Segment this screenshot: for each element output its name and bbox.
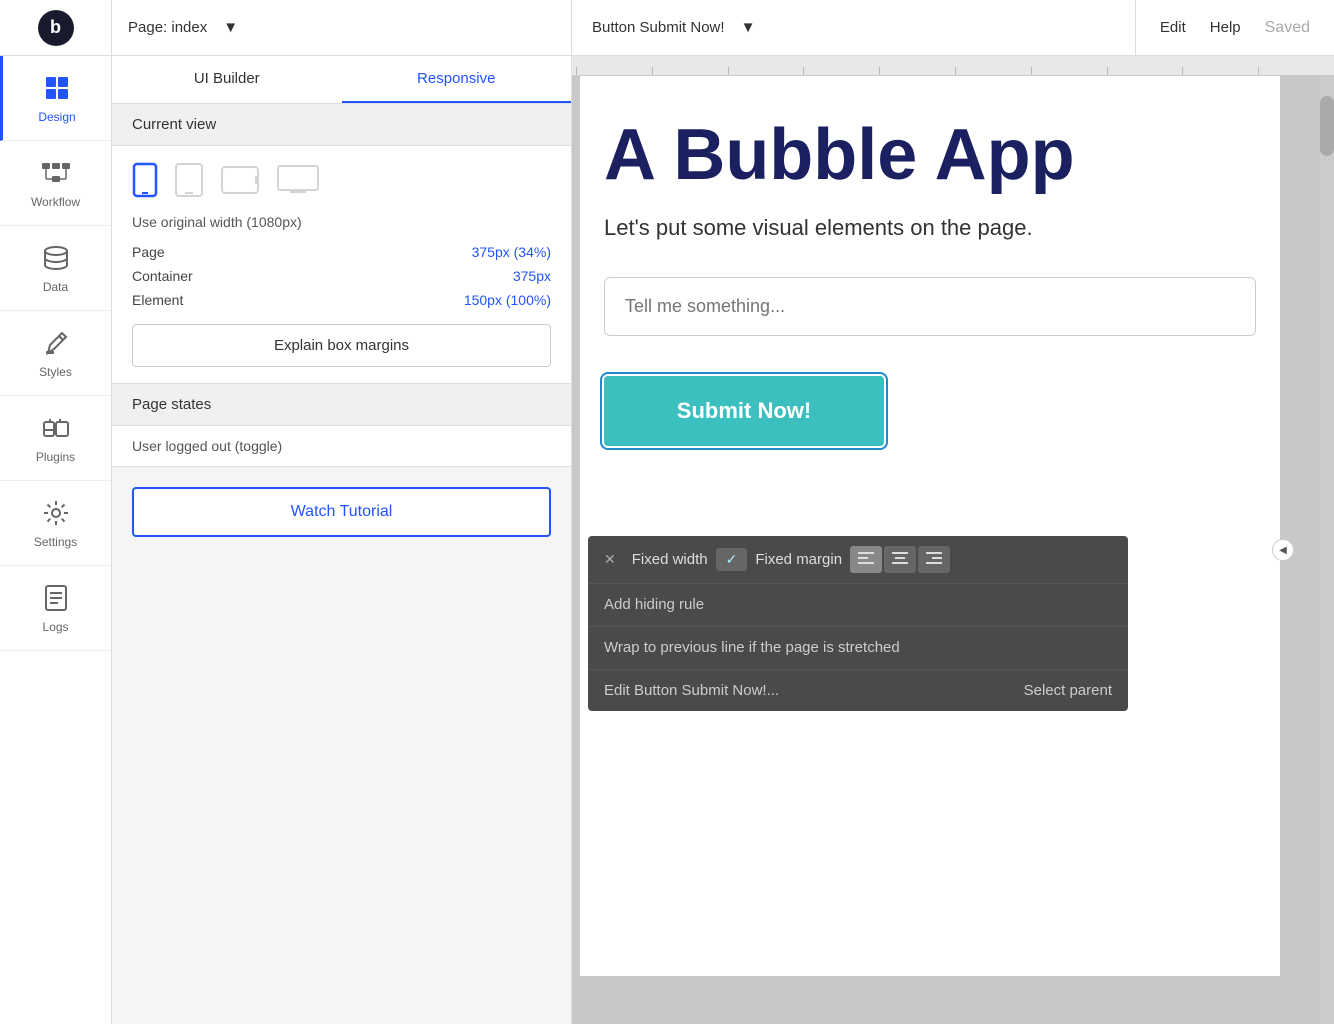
edit-button-label[interactable]: Edit Button Submit Now!... bbox=[604, 682, 779, 699]
page-states-section: Page states bbox=[112, 384, 571, 426]
tab-responsive[interactable]: Responsive bbox=[342, 56, 572, 103]
watch-tutorial-button[interactable]: Watch Tutorial bbox=[132, 487, 551, 537]
sidebar-label-data: Data bbox=[43, 280, 68, 294]
chevron-down-icon: ▼ bbox=[223, 19, 238, 36]
context-menu-header: ✕ Fixed width ✓ Fixed margin bbox=[588, 536, 1128, 584]
page-title: A Bubble App bbox=[604, 116, 1256, 195]
sidebar-label-settings: Settings bbox=[34, 535, 77, 549]
tell-me-input[interactable] bbox=[604, 277, 1256, 336]
width-original-label: Use original width (1080px) bbox=[132, 214, 551, 230]
align-left-button[interactable] bbox=[850, 546, 882, 573]
dimension-page: Page 375px (34%) bbox=[132, 244, 551, 260]
top-bar-actions: Edit Help Saved bbox=[1136, 19, 1334, 37]
page-canvas: A Bubble App Let's put some visual eleme… bbox=[580, 76, 1280, 976]
fixed-width-label: Fixed width bbox=[632, 551, 708, 568]
icon-sidebar: Design Workflow Data bbox=[0, 56, 112, 1024]
submit-button[interactable]: Submit Now! bbox=[604, 376, 884, 446]
page-states-title: Page states bbox=[112, 384, 571, 425]
align-group bbox=[850, 546, 950, 573]
sidebar-item-design[interactable]: Design bbox=[0, 56, 111, 141]
close-icon[interactable]: ✕ bbox=[604, 551, 616, 568]
collapse-panel-button[interactable]: ◀ bbox=[1272, 539, 1294, 561]
sidebar-label-workflow: Workflow bbox=[31, 195, 80, 209]
mobile-device-icon[interactable] bbox=[132, 162, 158, 198]
page-selector[interactable]: Page: index ▼ bbox=[112, 0, 572, 55]
data-icon bbox=[40, 242, 72, 274]
fixed-margin-label: Fixed margin bbox=[755, 551, 842, 568]
sidebar-item-styles[interactable]: Styles bbox=[0, 311, 111, 396]
check-icon: ✓ bbox=[726, 551, 738, 568]
saved-status: Saved bbox=[1265, 19, 1310, 37]
dimension-element: Element 150px (100%) bbox=[132, 292, 551, 308]
styles-icon bbox=[40, 327, 72, 359]
design-icon bbox=[41, 72, 73, 104]
sidebar-item-logs[interactable]: Logs bbox=[0, 566, 111, 651]
sidebar-label-logs: Logs bbox=[42, 620, 68, 634]
submit-btn-wrapper: Submit Now! bbox=[604, 376, 884, 446]
logs-icon bbox=[40, 582, 72, 614]
panel-tabs: UI Builder Responsive bbox=[112, 56, 571, 104]
dimension-container: Container 375px bbox=[132, 268, 551, 284]
scrollbar-thumb[interactable] bbox=[1320, 96, 1334, 156]
chevron-down-icon: ▼ bbox=[741, 19, 756, 36]
current-view-title: Current view bbox=[112, 104, 571, 146]
workflow-icon bbox=[40, 157, 72, 189]
responsive-body: Use original width (1080px) Page 375px (… bbox=[112, 146, 571, 384]
canvas-ruler bbox=[572, 56, 1334, 76]
align-right-button[interactable] bbox=[918, 546, 950, 573]
canvas-area: ◀ A Bubble App Let's put some visual ele… bbox=[572, 56, 1334, 1024]
element-label: Button Submit Now! bbox=[592, 19, 725, 36]
sidebar-label-plugins: Plugins bbox=[36, 450, 75, 464]
tablet-landscape-icon[interactable] bbox=[220, 165, 260, 195]
fixed-width-check[interactable]: ✓ bbox=[716, 548, 748, 571]
desktop-icon[interactable] bbox=[276, 164, 320, 196]
plugins-icon bbox=[40, 412, 72, 444]
sidebar-label-styles: Styles bbox=[39, 365, 72, 379]
page-label: Page: index bbox=[128, 19, 207, 36]
context-fixed-width-item: Fixed width ✓ Fixed margin bbox=[632, 546, 950, 573]
dim-container-value: 375px bbox=[513, 268, 551, 284]
canvas-content: ◀ A Bubble App Let's put some visual ele… bbox=[572, 76, 1334, 1024]
dim-element-label: Element bbox=[132, 292, 183, 308]
tab-ui-builder[interactable]: UI Builder bbox=[112, 56, 342, 103]
align-center-button[interactable] bbox=[884, 546, 916, 573]
add-hiding-rule-row[interactable]: Add hiding rule bbox=[588, 584, 1128, 627]
context-bottom-row: Edit Button Submit Now!... Select parent bbox=[588, 670, 1128, 711]
sidebar-item-data[interactable]: Data bbox=[0, 226, 111, 311]
element-selector[interactable]: Button Submit Now! ▼ bbox=[572, 0, 1136, 55]
ruler-marks bbox=[576, 56, 1334, 75]
explain-margins-button[interactable]: Explain box margins bbox=[132, 324, 551, 367]
wrap-to-previous-row[interactable]: Wrap to previous line if the page is str… bbox=[588, 627, 1128, 670]
user-state-label: User logged out (toggle) bbox=[132, 438, 551, 454]
panel: UI Builder Responsive Current view bbox=[112, 56, 572, 1024]
dim-element-value: 150px (100%) bbox=[464, 292, 551, 308]
sidebar-item-plugins[interactable]: Plugins bbox=[0, 396, 111, 481]
sidebar-item-settings[interactable]: Settings bbox=[0, 481, 111, 566]
add-hiding-rule-label: Add hiding rule bbox=[604, 596, 704, 613]
page-subtitle: Let's put some visual elements on the pa… bbox=[604, 215, 1256, 241]
watch-tutorial-section: Watch Tutorial bbox=[112, 467, 571, 557]
device-selector bbox=[132, 162, 551, 198]
help-link[interactable]: Help bbox=[1210, 19, 1241, 36]
context-menu: ✕ Fixed width ✓ Fixed margin bbox=[588, 536, 1128, 711]
wrap-label: Wrap to previous line if the page is str… bbox=[604, 639, 900, 656]
edit-link[interactable]: Edit bbox=[1160, 19, 1186, 36]
dim-page-label: Page bbox=[132, 244, 165, 260]
main-area: Design Workflow Data bbox=[0, 56, 1334, 1024]
logo-icon: b bbox=[38, 10, 74, 46]
select-parent-label[interactable]: Select parent bbox=[1024, 682, 1112, 699]
settings-icon bbox=[40, 497, 72, 529]
top-bar: b Page: index ▼ Button Submit Now! ▼ Edi… bbox=[0, 0, 1334, 56]
page-states-body: User logged out (toggle) bbox=[112, 426, 571, 467]
tablet-portrait-icon[interactable] bbox=[174, 162, 204, 198]
scrollbar[interactable] bbox=[1320, 76, 1334, 1024]
dim-container-label: Container bbox=[132, 268, 193, 284]
logo[interactable]: b bbox=[0, 0, 112, 55]
sidebar-item-workflow[interactable]: Workflow bbox=[0, 141, 111, 226]
sidebar-label-design: Design bbox=[38, 110, 75, 124]
dim-page-value: 375px (34%) bbox=[472, 244, 551, 260]
